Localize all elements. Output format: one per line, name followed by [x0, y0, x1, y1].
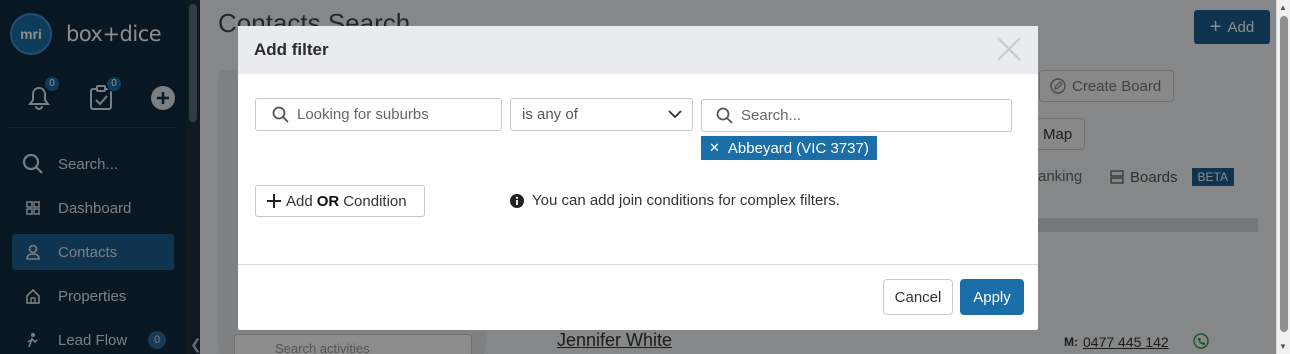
window-scrollbar-thumb[interactable]: [1280, 16, 1288, 332]
operator-select[interactable]: is any of: [510, 98, 693, 131]
modal-divider: [238, 264, 1038, 265]
close-icon[interactable]: [996, 36, 1022, 62]
filter-field-placeholder: Looking for suburbs: [297, 106, 429, 123]
search-icon: [272, 106, 289, 123]
selected-tag: ✕ Abbeyard (VIC 3737): [701, 136, 877, 160]
value-search-placeholder: Search...: [741, 107, 802, 124]
tag-label: Abbeyard (VIC 3737): [727, 139, 869, 157]
filter-field-input[interactable]: Looking for suburbs: [255, 98, 502, 131]
scroll-up-icon[interactable]: ▲: [1279, 3, 1287, 12]
info-text: You can add join conditions for complex …: [532, 192, 840, 209]
search-icon: [716, 107, 733, 124]
scroll-down-icon[interactable]: ▼: [1279, 342, 1287, 351]
chevron-down-icon: [668, 107, 682, 125]
add-or-suffix: Condition: [343, 192, 407, 210]
add-or-prefix: Add: [286, 192, 313, 210]
apply-button[interactable]: Apply: [960, 279, 1024, 315]
remove-tag-icon[interactable]: ✕: [709, 140, 720, 156]
add-or-condition-button[interactable]: Add OR Condition: [255, 185, 425, 217]
value-search-input[interactable]: Search...: [701, 99, 1012, 132]
info-icon: [510, 193, 524, 208]
modal-title: Add filter: [254, 40, 329, 59]
plus-icon: [267, 194, 281, 208]
window-scrollbar[interactable]: ▲ ▼: [1276, 0, 1290, 354]
info-message: You can add join conditions for complex …: [510, 192, 840, 209]
cancel-button[interactable]: Cancel: [883, 279, 953, 315]
add-filter-modal: Add filter Looking for suburbs is any of…: [238, 26, 1038, 330]
add-or-keyword: OR: [316, 192, 340, 210]
modal-header: Add filter: [238, 26, 1038, 74]
operator-value: is any of: [522, 106, 578, 123]
